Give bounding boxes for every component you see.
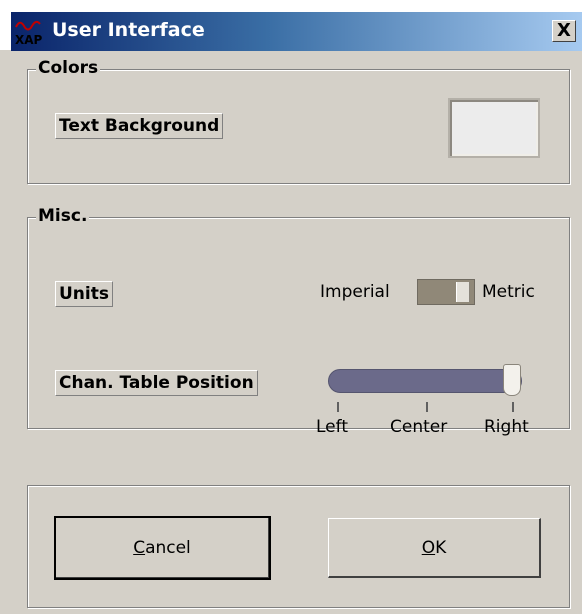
units-toggle-knob[interactable] bbox=[456, 282, 470, 302]
colors-group: Colors Text Background bbox=[27, 58, 570, 184]
tick-center bbox=[426, 402, 428, 412]
misc-group-legend: Misc. bbox=[36, 206, 90, 226]
tick-left bbox=[337, 402, 339, 412]
ok-button-label: OK bbox=[421, 538, 447, 558]
misc-group: Misc. Units Imperial Metric Chan. Table … bbox=[27, 206, 570, 437]
dialog-body: Colors Text Background Misc. Units Imper… bbox=[11, 51, 582, 614]
close-icon: X bbox=[557, 20, 571, 41]
svg-text:XAP: XAP bbox=[15, 33, 43, 47]
text-background-swatch[interactable] bbox=[448, 98, 540, 158]
units-toggle[interactable] bbox=[417, 279, 475, 305]
tick-label-center: Center bbox=[390, 417, 448, 437]
ok-button[interactable]: OK bbox=[328, 518, 541, 578]
title-bar[interactable]: XAP User Interface X bbox=[11, 12, 582, 51]
units-button[interactable]: Units bbox=[55, 281, 113, 307]
tick-label-right: Right bbox=[484, 417, 529, 437]
xap-app-icon: XAP bbox=[15, 20, 43, 47]
colors-group-legend: Colors bbox=[36, 58, 101, 78]
slider-thumb[interactable] bbox=[503, 364, 521, 396]
button-panel: Cancel OK bbox=[27, 485, 570, 608]
cancel-button[interactable]: Cancel bbox=[54, 516, 271, 580]
chan-table-position-button[interactable]: Chan. Table Position bbox=[55, 370, 258, 396]
text-background-button[interactable]: Text Background bbox=[55, 113, 224, 139]
window-frame: XAP User Interface X bbox=[0, 0, 582, 51]
close-button[interactable]: X bbox=[552, 20, 576, 42]
chan-table-position-slider[interactable] bbox=[328, 369, 522, 393]
tick-label-left: Left bbox=[316, 417, 348, 437]
window-title: User Interface bbox=[52, 19, 205, 41]
tick-right bbox=[512, 402, 514, 412]
units-imperial-label: Imperial bbox=[320, 282, 390, 302]
cancel-button-label: Cancel bbox=[133, 538, 191, 558]
units-metric-label: Metric bbox=[482, 282, 535, 302]
